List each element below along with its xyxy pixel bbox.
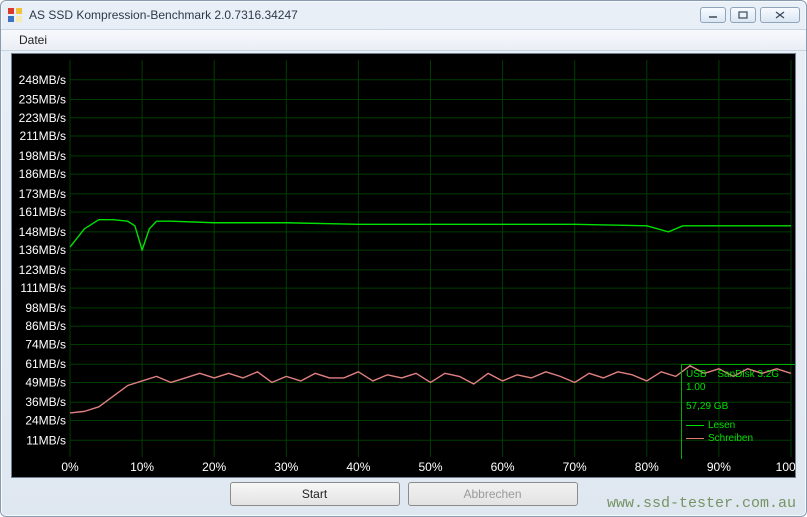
start-button[interactable]: Start xyxy=(230,482,400,506)
svg-text:223MB/s: 223MB/s xyxy=(19,111,66,125)
svg-text:211MB/s: 211MB/s xyxy=(20,129,66,143)
svg-text:60%: 60% xyxy=(491,460,515,474)
svg-text:36MB/s: 36MB/s xyxy=(25,395,66,409)
titlebar[interactable]: AS SSD Kompression-Benchmark 2.0.7316.34… xyxy=(1,1,806,29)
info-firmware: 1.00 xyxy=(686,381,791,394)
close-button[interactable] xyxy=(760,7,800,23)
svg-text:80%: 80% xyxy=(635,460,659,474)
svg-text:50%: 50% xyxy=(418,460,442,474)
window-title: AS SSD Kompression-Benchmark 2.0.7316.34… xyxy=(29,8,700,22)
menu-file[interactable]: Datei xyxy=(11,31,55,49)
svg-text:70%: 70% xyxy=(563,460,587,474)
svg-text:198MB/s: 198MB/s xyxy=(19,149,66,163)
legend-read-label: Lesen xyxy=(708,419,735,432)
maximize-button[interactable] xyxy=(730,7,756,23)
svg-text:74MB/s: 74MB/s xyxy=(25,337,66,351)
button-row: Start Abbrechen xyxy=(1,482,806,510)
svg-text:11MB/s: 11MB/s xyxy=(26,433,66,447)
info-device: SanDisk 3.2G xyxy=(717,368,779,381)
chart-canvas: 11MB/s 24MB/s 36MB/s 49MB/s 61MB/s 74MB/s 86MB… xyxy=(12,54,795,477)
svg-text:24MB/s: 24MB/s xyxy=(25,413,66,427)
svg-text:40%: 40% xyxy=(346,460,370,474)
svg-text:111MB/s: 111MB/s xyxy=(20,281,66,295)
svg-text:136MB/s: 136MB/s xyxy=(19,243,66,257)
svg-text:86MB/s: 86MB/s xyxy=(25,319,66,333)
menubar: Datei xyxy=(1,29,806,51)
svg-text:161MB/s: 161MB/s xyxy=(19,205,66,219)
svg-text:100%: 100% xyxy=(776,460,795,474)
svg-text:148MB/s: 148MB/s xyxy=(19,225,66,239)
window-controls xyxy=(700,7,800,23)
legend-line-read xyxy=(686,425,704,426)
chart-area: 11MB/s 24MB/s 36MB/s 49MB/s 61MB/s 74MB/s 86MB… xyxy=(11,53,796,478)
legend-line-write xyxy=(686,438,704,439)
svg-text:186MB/s: 186MB/s xyxy=(19,167,66,181)
legend-write-label: Schreiben xyxy=(708,432,753,445)
device-info-box: USB SanDisk 3.2G 1.00 57,29 GB Lesen Sch… xyxy=(681,364,795,459)
info-interface: USB xyxy=(686,368,707,381)
info-capacity: 57,29 GB xyxy=(686,400,791,413)
svg-text:30%: 30% xyxy=(274,460,298,474)
svg-text:123MB/s: 123MB/s xyxy=(19,263,66,277)
svg-text:49MB/s: 49MB/s xyxy=(25,375,66,389)
app-icon xyxy=(7,7,23,23)
svg-text:20%: 20% xyxy=(202,460,226,474)
svg-text:173MB/s: 173MB/s xyxy=(19,187,66,201)
abort-button: Abbrechen xyxy=(408,482,578,506)
svg-text:90%: 90% xyxy=(707,460,731,474)
svg-text:98MB/s: 98MB/s xyxy=(25,301,66,315)
svg-text:235MB/s: 235MB/s xyxy=(19,93,66,107)
svg-text:248MB/s: 248MB/s xyxy=(19,73,66,87)
app-window: AS SSD Kompression-Benchmark 2.0.7316.34… xyxy=(0,0,807,517)
svg-text:61MB/s: 61MB/s xyxy=(25,357,66,371)
svg-text:10%: 10% xyxy=(130,460,154,474)
svg-text:0%: 0% xyxy=(61,460,79,474)
minimize-button[interactable] xyxy=(700,7,726,23)
